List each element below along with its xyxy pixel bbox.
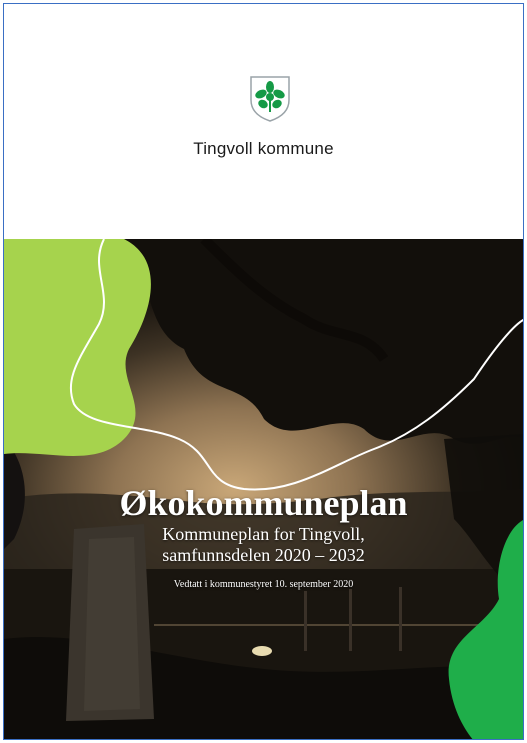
- organization-name: Tingvoll kommune: [193, 139, 334, 158]
- cover-header: Tingvoll kommune: [4, 4, 523, 239]
- cover-subtitle-line-2: samfunnsdelen 2020 – 2032: [162, 545, 365, 565]
- cover-subtitle-line-1: Kommuneplan for Tingvoll,: [162, 524, 365, 544]
- document-cover: Tingvoll kommune Økokommuneplan Kommunep…: [3, 3, 524, 740]
- oak-leaf-crest-icon: [250, 76, 290, 122]
- approval-note: Vedtatt i kommunestyret 10. september 20…: [173, 579, 354, 590]
- cover-title: Økokommuneplan: [119, 483, 408, 523]
- cover-subtitle: Kommuneplan for Tingvoll, samfunnsdelen …: [4, 524, 523, 566]
